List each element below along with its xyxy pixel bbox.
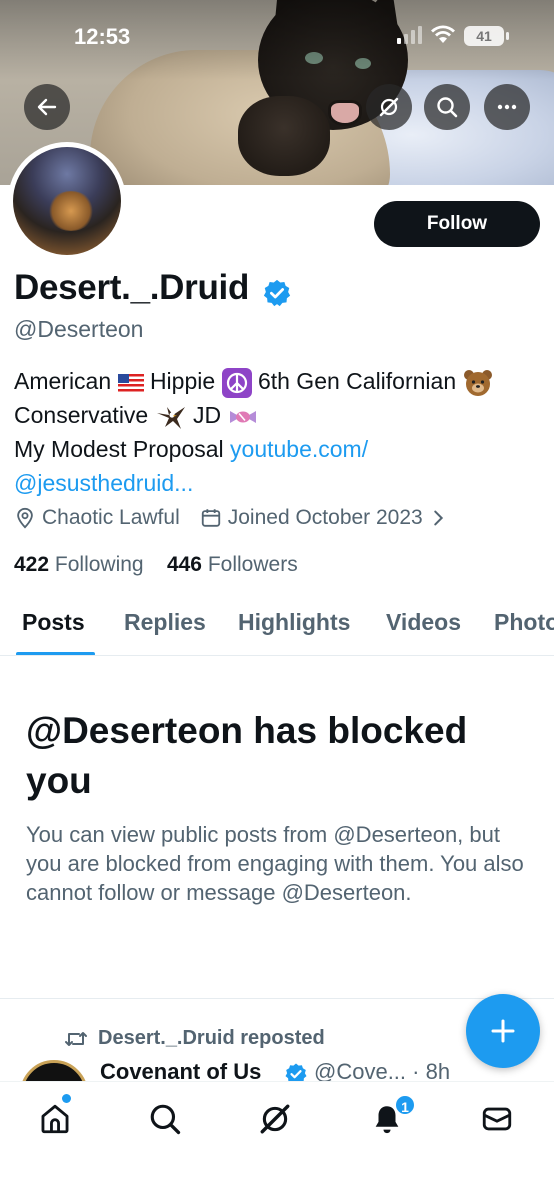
- tab-posts[interactable]: Posts: [22, 609, 85, 636]
- chevron-right-icon[interactable]: [427, 507, 449, 529]
- followers-count: 446: [166, 553, 202, 576]
- grok-icon: [260, 1104, 290, 1134]
- candy-icon: [229, 410, 256, 423]
- search-icon: [150, 1104, 181, 1135]
- followers-label: Followers: [207, 553, 298, 576]
- blocked-description: You can view public posts from @Deserteo…: [26, 822, 524, 905]
- home-unread-dot: [62, 1094, 71, 1103]
- bio-youtube-link-continued[interactable]: @jesusthedruid...: [14, 470, 193, 496]
- blocked-title: @Deserteon has blocked you: [26, 710, 468, 801]
- repost-icon: [65, 1031, 87, 1046]
- follow-counts: 422 Following 446 Followers: [14, 553, 298, 577]
- signal-icon: [397, 26, 422, 44]
- grok-button[interactable]: [366, 84, 412, 130]
- bio-text: Conservative: [14, 402, 149, 428]
- notification-badge: 1: [394, 1094, 416, 1116]
- divider: [0, 998, 554, 999]
- repost-indicator: Desert._.Druid reposted: [64, 1027, 325, 1050]
- tab-highlights[interactable]: Highlights: [238, 609, 350, 636]
- tab-videos[interactable]: Videos: [386, 609, 461, 636]
- nav-search[interactable]: [142, 1096, 188, 1142]
- bio-youtube-link[interactable]: youtube.com/: [230, 436, 368, 462]
- envelope-icon: [482, 1107, 512, 1131]
- following-link[interactable]: 422 Following: [14, 553, 144, 576]
- display-name: Desert._.Druid: [14, 268, 250, 307]
- followers-link[interactable]: 446 Followers: [167, 553, 298, 576]
- home-icon: [41, 1104, 69, 1134]
- calendar-icon: [201, 509, 220, 527]
- profile-location: Chaotic Lawful: [42, 506, 180, 529]
- bio-text: 6th Gen Californian: [257, 368, 457, 394]
- profile-avatar[interactable]: [8, 142, 126, 260]
- tab-photos[interactable]: Photos: [494, 609, 554, 636]
- profile-handle: @Deserteon: [14, 316, 144, 342]
- location-pin-icon: [17, 507, 33, 529]
- repost-label[interactable]: Desert._.Druid reposted: [98, 1027, 325, 1050]
- status-time: 12:53: [74, 24, 131, 49]
- plus-icon: [491, 1019, 515, 1043]
- search-icon: [437, 97, 458, 118]
- more-horizontal-icon: [497, 104, 517, 110]
- peace-sign-icon: [221, 367, 252, 398]
- tab-replies[interactable]: Replies: [124, 609, 206, 636]
- bio-text: JD: [193, 402, 222, 428]
- bio-text: American: [14, 368, 112, 394]
- following-label: Following: [54, 553, 144, 576]
- bio-text: Hippie: [149, 368, 216, 394]
- wifi-icon: [431, 25, 455, 43]
- grok-icon: [379, 97, 399, 117]
- profile-tabs: Posts Replies Highlights Videos Photos: [0, 604, 554, 656]
- profile-joined-date[interactable]: Joined October 2023: [228, 506, 423, 530]
- us-flag-icon: [117, 373, 144, 392]
- search-button[interactable]: [424, 84, 470, 130]
- follow-button[interactable]: Follow: [374, 201, 540, 247]
- active-tab-indicator: [16, 652, 95, 655]
- battery-indicator: 41: [464, 26, 509, 46]
- profile-bio: American Hippie 6th Gen Californian Cons…: [14, 364, 544, 500]
- back-button[interactable]: [24, 84, 70, 130]
- nav-messages[interactable]: [474, 1096, 520, 1142]
- profile-meta-row: Chaotic Lawful Joined October 2023: [14, 506, 449, 530]
- compose-post-button[interactable]: [466, 994, 540, 1068]
- bear-face-icon: [463, 369, 492, 396]
- more-options-button[interactable]: [484, 84, 530, 130]
- eagle-icon: [156, 406, 185, 429]
- arrow-left-icon: [37, 98, 57, 116]
- bio-text: My Modest Proposal: [14, 436, 231, 462]
- nav-home[interactable]: [32, 1096, 78, 1142]
- verified-badge-icon[interactable]: [262, 278, 292, 308]
- nav-grok[interactable]: [252, 1096, 298, 1142]
- bottom-navigation: 1: [0, 1081, 554, 1200]
- following-count: 422: [14, 553, 50, 576]
